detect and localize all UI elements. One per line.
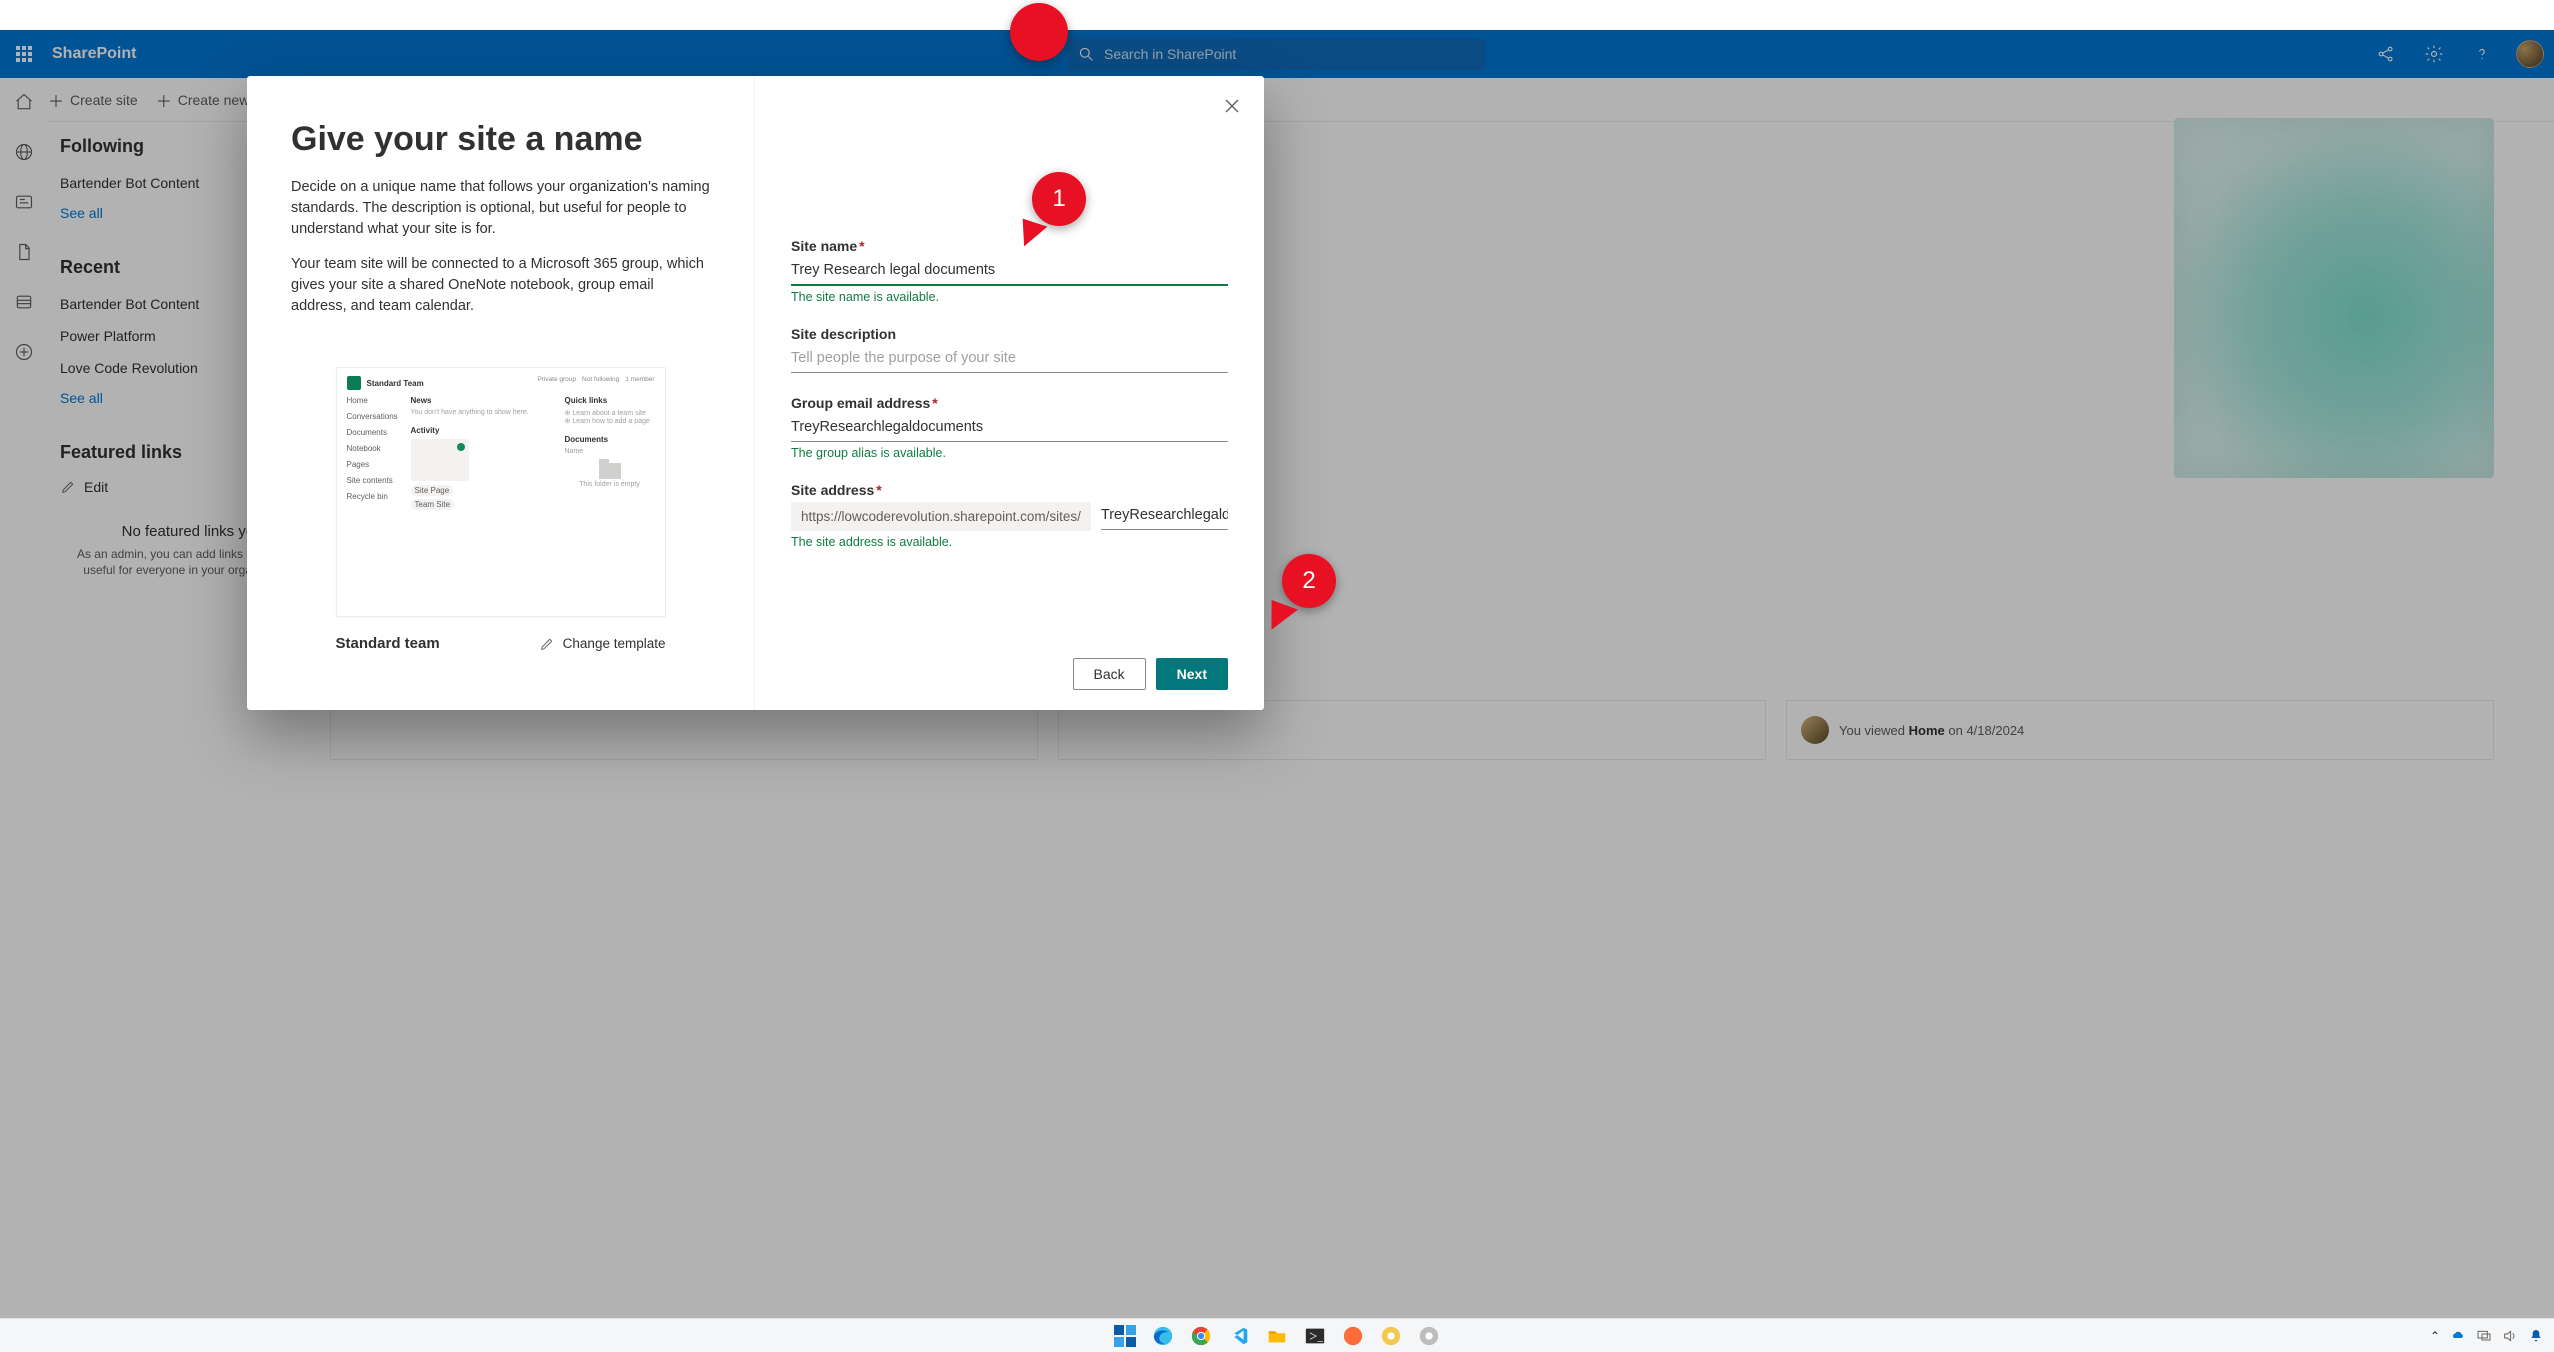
site-name-input[interactable]: [791, 258, 1228, 286]
group-email-input[interactable]: [791, 415, 1228, 442]
template-preview: Private group Not following 1 member Sta…: [336, 367, 666, 617]
site-address-prefix: https://lowcoderevolution.sharepoint.com…: [791, 502, 1091, 531]
annotation-dot: [1010, 3, 1068, 61]
annotation-callout-2: 2: [1282, 554, 1336, 608]
create-site-dialog: Give your site a name Decide on a unique…: [247, 76, 1264, 710]
pencil-icon: [539, 636, 555, 652]
site-description-field: Site description: [791, 326, 1228, 373]
taskbar-vscode-icon[interactable]: [1227, 1324, 1251, 1348]
template-name: Standard team: [336, 635, 440, 652]
site-name-field: Site name* The site name is available.: [791, 238, 1228, 304]
tray-display-icon[interactable]: [2476, 1328, 2492, 1344]
site-address-input[interactable]: [1101, 503, 1228, 530]
tray-volume-icon[interactable]: [2502, 1328, 2518, 1344]
close-icon: [1224, 98, 1240, 114]
site-description-input[interactable]: [791, 346, 1228, 373]
dialog-close-button[interactable]: [1218, 92, 1246, 120]
group-email-hint: The group alias is available.: [791, 446, 1228, 460]
tray-onedrive-icon[interactable]: [2450, 1328, 2466, 1344]
dialog-title: Give your site a name: [291, 120, 710, 159]
windows-taskbar: ＞_ ⌃: [0, 1318, 2554, 1352]
change-template-button[interactable]: Change template: [539, 636, 666, 652]
dialog-para-1: Decide on a unique name that follows you…: [291, 177, 710, 240]
taskbar-app-icon[interactable]: [1417, 1324, 1441, 1348]
next-button[interactable]: Next: [1156, 658, 1228, 690]
start-button[interactable]: [1113, 1324, 1137, 1348]
taskbar-edge-icon[interactable]: [1151, 1324, 1175, 1348]
dialog-para-2: Your team site will be connected to a Mi…: [291, 254, 710, 317]
svg-text:＞_: ＞_: [1309, 1331, 1324, 1341]
site-address-hint: The site address is available.: [791, 535, 1228, 549]
back-button[interactable]: Back: [1073, 658, 1146, 690]
tray-notifications-icon[interactable]: [2528, 1328, 2544, 1344]
annotation-callout-1: 1: [1032, 172, 1086, 226]
site-address-field: Site address* https://lowcoderevolution.…: [791, 482, 1228, 549]
taskbar-chrome-canary-icon[interactable]: [1379, 1324, 1403, 1348]
tray-chevron-icon[interactable]: ⌃: [2430, 1329, 2440, 1343]
site-name-hint: The site name is available.: [791, 290, 1228, 304]
taskbar-chrome-icon[interactable]: [1189, 1324, 1213, 1348]
taskbar-terminal-icon[interactable]: ＞_: [1303, 1324, 1327, 1348]
taskbar-postman-icon[interactable]: [1341, 1324, 1365, 1348]
taskbar-explorer-icon[interactable]: [1265, 1324, 1289, 1348]
group-email-field: Group email address* The group alias is …: [791, 395, 1228, 460]
